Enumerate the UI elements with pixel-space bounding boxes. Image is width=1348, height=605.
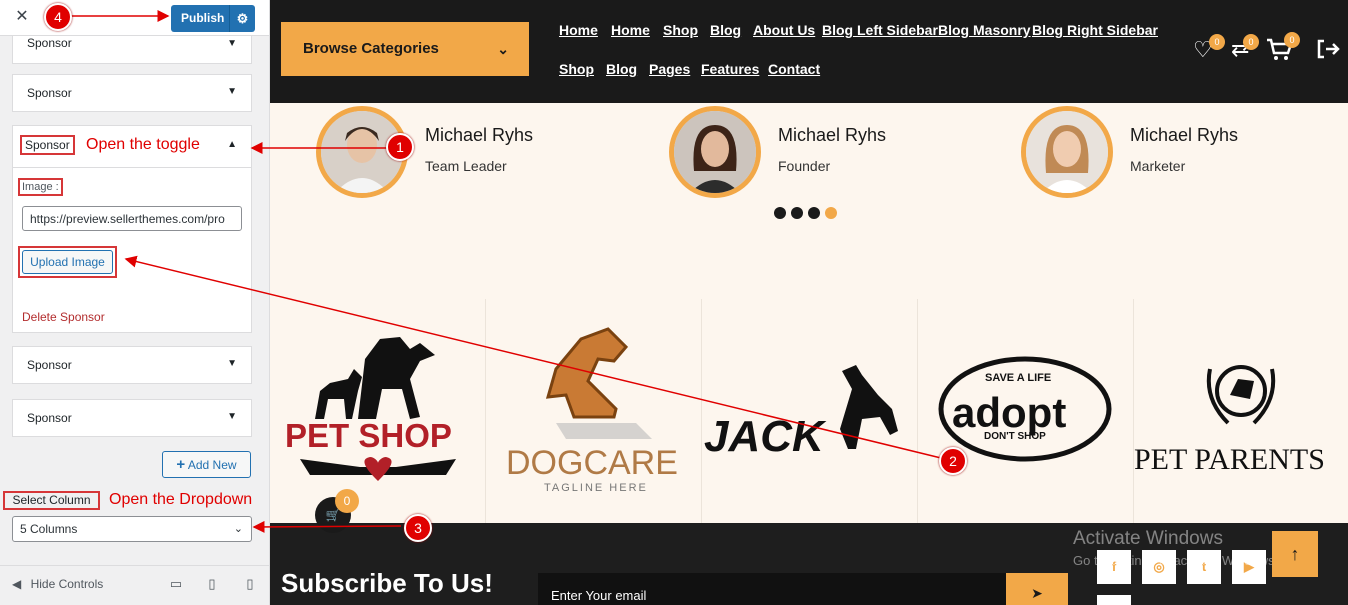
annotation-arrows — [70, 10, 942, 533]
arrow-step3 — [252, 520, 402, 533]
step-badge: 3 — [404, 514, 432, 542]
step-badge: 4 — [44, 3, 72, 31]
step-badge: 1 — [386, 133, 414, 161]
annotation-open-dropdown: Open the Dropdown — [109, 491, 253, 508]
step-badge: 2 — [939, 447, 967, 475]
arrow-step2 — [124, 255, 942, 459]
annotation-open-toggle: Open the toggle — [86, 136, 200, 153]
